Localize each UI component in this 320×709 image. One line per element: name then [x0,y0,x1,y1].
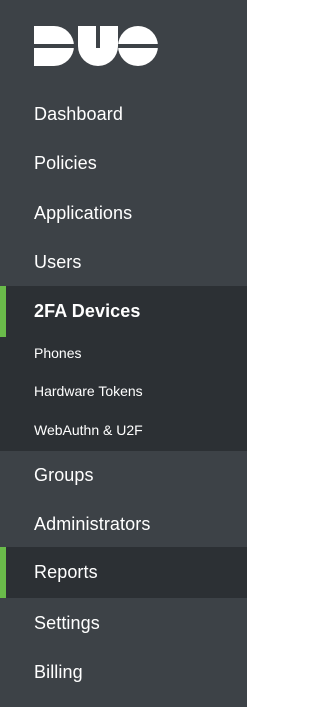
nav-item-reports[interactable]: Reports [0,547,247,598]
sub-item-hardware-tokens[interactable]: Hardware Tokens [34,383,143,399]
nav-item-groups[interactable]: Groups [0,465,247,485]
duo-logo-icon [34,26,158,66]
nav-item-policies[interactable]: Policies [0,153,247,173]
nav-item-2fa-devices[interactable]: 2FA Devices [0,286,247,337]
nav-item-administrators[interactable]: Administrators [0,514,247,534]
sidebar-nav: Dashboard Policies Applications Users 2F… [0,0,249,709]
nav-item-dashboard[interactable]: Dashboard [0,104,247,124]
duo-logo[interactable] [34,26,158,66]
nav-item-settings[interactable]: Settings [0,613,247,633]
nav-item-applications[interactable]: Applications [0,203,247,223]
sub-item-webauthn-u2f[interactable]: WebAuthn & U2F [34,422,143,438]
sub-item-phones[interactable]: Phones [34,345,81,361]
nav-item-billing[interactable]: Billing [0,662,247,682]
nav-item-users[interactable]: Users [0,252,247,272]
